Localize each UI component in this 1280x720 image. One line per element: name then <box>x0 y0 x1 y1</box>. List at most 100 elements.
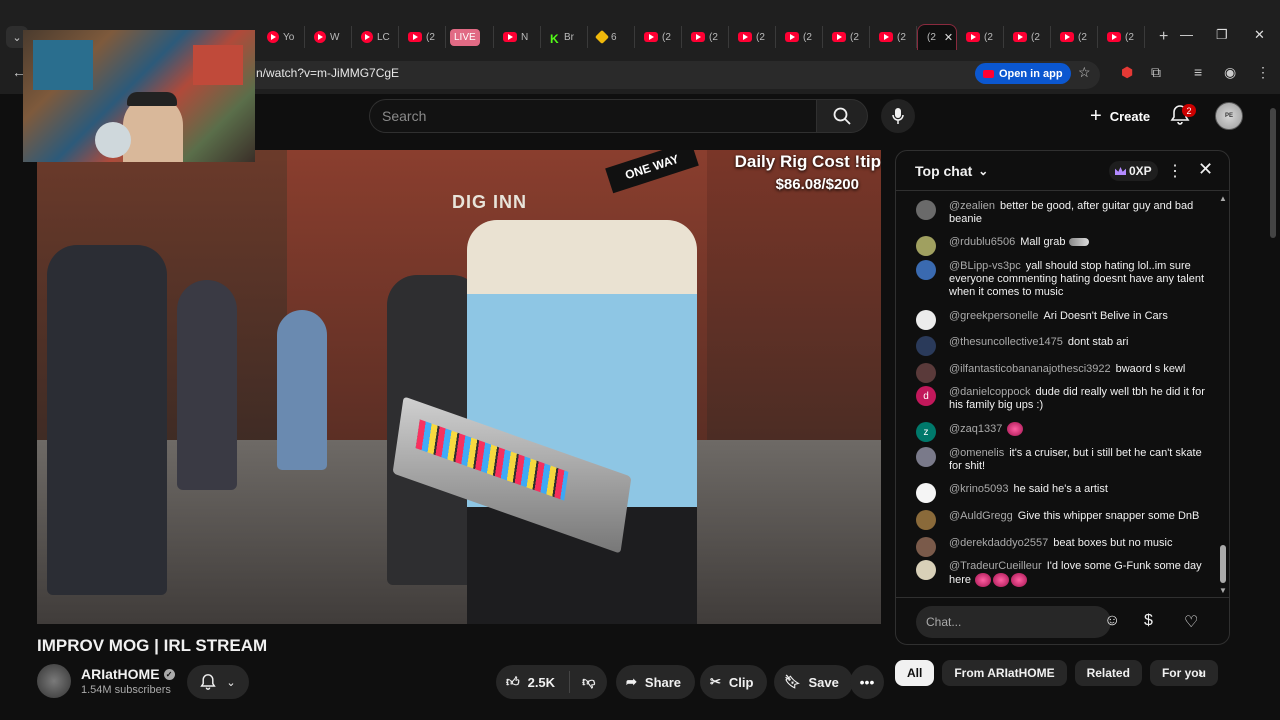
chat-author-avatar[interactable] <box>916 447 936 467</box>
clip-button[interactable]: ✂ Clip <box>700 665 768 699</box>
chat-author-avatar[interactable] <box>916 537 936 557</box>
chat-message[interactable]: @greekpersonelle Ari Doesn't Belive in Ca… <box>916 310 1206 330</box>
browser-tab[interactable]: W <box>305 26 352 48</box>
new-tab-icon[interactable]: + <box>1159 28 1168 46</box>
chat-author-avatar[interactable] <box>916 483 936 503</box>
profile-icon[interactable]: ◉ <box>1224 64 1236 81</box>
chat-input[interactable]: Chat... <box>916 606 1111 638</box>
search-input[interactable] <box>369 99 816 133</box>
chat-author-avatar[interactable] <box>916 310 936 330</box>
browser-tab[interactable]: (2 <box>1004 26 1051 48</box>
chevron-right-icon[interactable]: › <box>1198 664 1203 682</box>
chat-author-avatar[interactable]: z <box>916 422 936 442</box>
browser-tab[interactable]: (2 <box>776 26 823 48</box>
dislike-button[interactable]: 👎︎ <box>570 674 607 690</box>
open-in-app-button[interactable]: Open in app <box>975 63 1071 84</box>
restore-icon[interactable]: ❐ <box>1216 27 1228 43</box>
chat-author-name[interactable]: @BLipp-vs3pc <box>949 260 1021 272</box>
browser-tab[interactable]: N <box>494 26 541 48</box>
chat-author-name[interactable]: @TradeurCueilleur <box>949 560 1042 572</box>
filter-chip[interactable]: All <box>895 660 935 686</box>
chat-author-avatar[interactable]: d <box>916 386 936 406</box>
chat-message[interactable]: z @zaq1337 <box>916 422 1206 442</box>
more-actions-button[interactable]: ••• <box>850 665 884 699</box>
super-chat-icon[interactable]: $ <box>1144 612 1153 630</box>
video-player[interactable]: DIG INN ONE WAY Daily Rig Cost !tip $86.… <box>37 150 881 624</box>
browser-tab[interactable]: (2 <box>635 26 682 48</box>
search-button[interactable] <box>816 99 868 133</box>
chat-author-name[interactable]: @rdublu6506 <box>949 236 1015 248</box>
url-text[interactable]: n/watch?v=m-JiMMG7CgE <box>256 66 399 80</box>
extension-shield-icon[interactable]: ⬢ <box>1121 64 1133 81</box>
scroll-up-arrow-icon[interactable]: ▲ <box>1219 194 1227 203</box>
extensions-puzzle-icon[interactable]: ⧉ <box>1151 64 1161 81</box>
browser-tab[interactable]: (2 <box>823 26 870 48</box>
chat-author-avatar[interactable] <box>916 236 936 256</box>
channel-avatar[interactable] <box>37 664 71 698</box>
chat-options-icon[interactable]: ⋮ <box>1167 161 1183 181</box>
browser-tab[interactable]: K Br <box>541 26 588 48</box>
browser-tab-active[interactable]: (2 ✕ <box>917 24 957 50</box>
minimize-icon[interactable]: — <box>1180 27 1193 42</box>
chat-author-name[interactable]: @danielcoppock <box>949 386 1031 398</box>
filter-chip[interactable]: From ARIatHOME <box>942 660 1067 686</box>
chat-message[interactable]: @derekdaddyo2557 beat boxes but no music <box>916 537 1206 557</box>
chat-author-name[interactable]: @greekpersonelle <box>949 310 1038 322</box>
filter-chip[interactable]: For you <box>1149 660 1218 686</box>
xp-badge[interactable]: 0XP <box>1109 161 1158 181</box>
browser-tab[interactable]: (2 <box>1051 26 1098 48</box>
create-button[interactable]: + Create <box>1080 100 1160 132</box>
browser-tab[interactable]: 6 <box>588 26 635 48</box>
close-tab-icon[interactable]: ✕ <box>944 31 953 44</box>
chat-author-name[interactable]: @ilfantasticobananajothesci3922 <box>949 363 1111 375</box>
chat-author-avatar[interactable] <box>916 510 936 530</box>
chat-author-avatar[interactable] <box>916 260 936 280</box>
browser-tab[interactable]: (2 <box>729 26 776 48</box>
browser-tab[interactable]: Yo <box>258 26 305 48</box>
pip-webcam-overlay[interactable] <box>23 30 255 162</box>
chat-author-name[interactable]: @zealien <box>949 200 995 212</box>
media-control-icon[interactable]: ≡ <box>1194 64 1202 80</box>
chat-message[interactable]: @omenelis it's a cruiser, but i still bet… <box>916 447 1206 473</box>
bookmark-star-icon[interactable]: ☆ <box>1078 64 1091 81</box>
chat-scrollbar-thumb[interactable] <box>1220 545 1226 583</box>
chat-message[interactable]: @BLipp-vs3pc yall should stop hating lol.… <box>916 260 1206 299</box>
emoji-icon[interactable]: ☺ <box>1104 612 1120 630</box>
chat-author-avatar[interactable] <box>916 336 936 356</box>
scroll-down-arrow-icon[interactable]: ▼ <box>1219 586 1227 595</box>
browser-menu-icon[interactable]: ⋮ <box>1256 64 1270 81</box>
save-button[interactable]: 🔖︎ Save <box>774 665 853 699</box>
chat-author-name[interactable]: @derekdaddyo2557 <box>949 537 1048 549</box>
browser-tab[interactable]: (2 <box>957 26 1004 48</box>
chat-author-avatar[interactable] <box>916 200 936 220</box>
channel-name[interactable]: ARIatHOME ✓ <box>81 666 175 682</box>
chat-message[interactable]: d @danielcoppock dude did really well tbh … <box>916 386 1206 412</box>
chat-message[interactable]: @zealien better be good, after guitar guy… <box>916 200 1206 226</box>
chat-message[interactable]: @ilfantasticobananajothesci3922 bwaord s … <box>916 363 1206 383</box>
chat-author-name[interactable]: @AuldGregg <box>949 510 1013 522</box>
browser-tab[interactable]: LIVE <box>446 26 494 48</box>
filter-chip[interactable]: Related <box>1074 660 1142 686</box>
like-button[interactable]: 👍︎ 2.5K <box>496 671 571 693</box>
chat-message[interactable]: @rdublu6506 Mall grab <box>916 236 1206 256</box>
close-chat-icon[interactable]: ✕ <box>1198 159 1213 180</box>
chat-message[interactable]: @krino5093 he said he's a artist <box>916 483 1206 503</box>
chat-message[interactable]: @TradeurCueilleur I'd love some G-Funk so… <box>916 560 1206 587</box>
chat-author-name[interactable]: @omenelis <box>949 447 1004 459</box>
chat-author-avatar[interactable] <box>916 363 936 383</box>
account-avatar[interactable]: PE <box>1215 102 1243 130</box>
voice-search-button[interactable] <box>881 99 915 133</box>
browser-tab[interactable]: (2 <box>682 26 729 48</box>
browser-tab[interactable]: (2 <box>399 26 446 48</box>
chat-message[interactable]: @thesuncollective1475 dont stab ari <box>916 336 1206 356</box>
share-button[interactable]: ➦ Share <box>616 665 696 699</box>
subscription-notification-button[interactable]: ⌄ <box>187 665 249 699</box>
chat-author-name[interactable]: @krino5093 <box>949 483 1008 495</box>
page-scrollbar-thumb[interactable] <box>1270 108 1276 238</box>
browser-tab[interactable]: (2 <box>1098 26 1145 48</box>
browser-tab[interactable]: (2 <box>870 26 917 48</box>
chat-message[interactable]: @AuldGregg Give this whipper snapper some… <box>916 510 1206 530</box>
chat-author-name[interactable]: @zaq1337 <box>949 423 1002 435</box>
browser-tab[interactable]: LC <box>352 26 399 48</box>
chat-author-name[interactable]: @thesuncollective1475 <box>949 336 1063 348</box>
